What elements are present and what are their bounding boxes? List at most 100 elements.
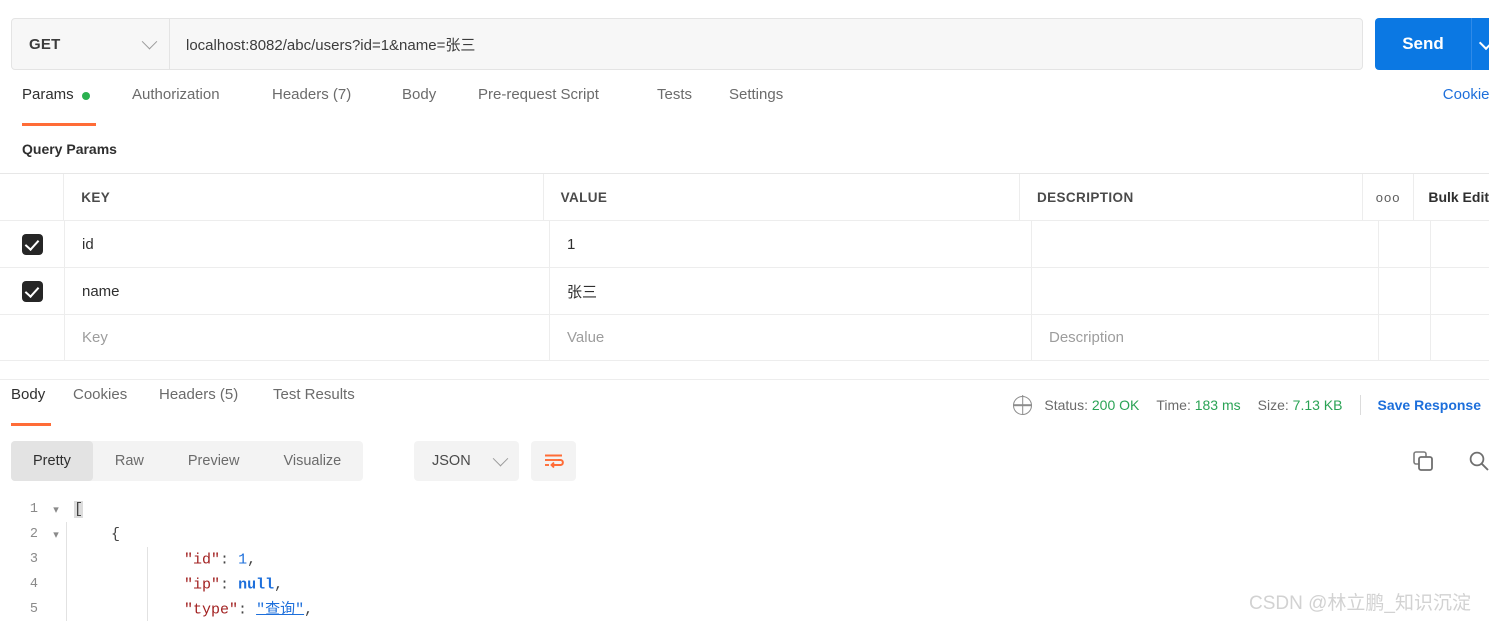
tab-headers[interactable]: Headers (7) — [272, 86, 351, 126]
new-key-input[interactable]: Key — [82, 329, 108, 346]
response-separator — [0, 379, 1489, 380]
time-badge: Time: 183 ms — [1156, 397, 1240, 413]
chevron-down-icon — [492, 450, 509, 466]
response-tab-cookies-label: Cookies — [73, 386, 128, 403]
fold-toggle-icon[interactable]: ▾ — [46, 503, 66, 517]
new-description-input[interactable]: Description — [1049, 329, 1124, 346]
tab-pre-request-script[interactable]: Pre-request Script — [478, 86, 599, 126]
code-line: 1 ▾ [ — [0, 497, 1489, 522]
more-options-icon[interactable]: ooo — [1376, 190, 1401, 205]
request-tabs: Params Authorization Headers (7) Body Pr… — [0, 86, 1489, 126]
search-button[interactable] — [1468, 450, 1489, 477]
copy-button[interactable] — [1412, 450, 1434, 477]
http-method-label: GET — [29, 35, 61, 53]
fold-toggle-icon[interactable]: ▾ — [46, 528, 66, 542]
view-mode-preview[interactable]: Preview — [166, 441, 262, 481]
header-cell-checkbox — [0, 173, 65, 221]
status-divider — [1359, 395, 1361, 415]
size-label: Size: — [1257, 397, 1289, 413]
time-value: 183 ms — [1194, 397, 1241, 413]
status-label: Status: — [1044, 397, 1088, 413]
globe-icon — [1013, 395, 1033, 415]
response-tab-headers[interactable]: Headers (5) — [159, 386, 238, 426]
url-input[interactable]: localhost:8082/abc/users?id=1&name=张三 — [170, 19, 1362, 69]
wrap-text-button[interactable] — [531, 441, 576, 481]
chevron-down-icon[interactable] — [1478, 35, 1489, 50]
line-number: 4 — [29, 577, 38, 592]
tab-tests-label: Tests — [657, 86, 693, 103]
active-tab-underline — [22, 123, 96, 126]
row-checkbox[interactable] — [21, 233, 43, 255]
code-line: 3 "id": 1, — [0, 547, 1489, 572]
save-response-button[interactable]: Save Response — [1378, 397, 1482, 413]
send-split-divider — [1471, 18, 1472, 70]
tab-pre-request-script-label: Pre-request Script — [478, 86, 599, 103]
table-row: name 张三 — [0, 267, 1489, 315]
line-number: 3 — [29, 552, 38, 567]
empty-row-bulk-cell — [1431, 314, 1489, 361]
size-value: 7.13 KB — [1292, 397, 1343, 413]
send-button-label: Send — [1402, 34, 1444, 53]
tab-body-label: Body — [402, 86, 437, 103]
table-row-empty: Key Value Description — [0, 314, 1489, 361]
send-button[interactable]: Send — [1375, 18, 1489, 70]
chevron-down-icon — [141, 33, 158, 49]
row-bulk-cell — [1431, 221, 1489, 268]
row-checkbox[interactable] — [21, 280, 43, 302]
header-description: DESCRIPTION — [1036, 189, 1134, 205]
tab-params-label: Params — [22, 86, 74, 103]
row-value[interactable]: 张三 — [567, 281, 597, 302]
new-value-input[interactable]: Value — [567, 329, 604, 346]
active-tab-underline — [11, 423, 51, 426]
empty-row-more-cell — [1379, 314, 1431, 361]
status-badge: Status: 200 OK — [1044, 397, 1139, 413]
row-more-cell — [1379, 267, 1431, 315]
tab-headers-label: Headers (7) — [272, 86, 352, 103]
tab-settings-label: Settings — [729, 86, 784, 103]
tab-body[interactable]: Body — [402, 86, 436, 126]
search-icon — [1469, 451, 1489, 471]
response-tab-body-label: Body — [11, 386, 46, 403]
response-format-label: JSON — [432, 453, 471, 469]
code-token-key: "id" — [184, 551, 221, 569]
response-tab-cookies[interactable]: Cookies — [73, 386, 127, 426]
row-more-cell — [1379, 220, 1431, 268]
view-mode-visualize[interactable]: Visualize — [261, 441, 363, 481]
header-value: VALUE — [560, 189, 608, 205]
response-format-selector[interactable]: JSON — [414, 441, 519, 481]
tab-authorization-label: Authorization — [132, 86, 220, 103]
view-mode-raw[interactable]: Raw — [93, 441, 166, 481]
code-token-key: "ip" — [184, 576, 221, 594]
params-modified-dot-icon — [81, 92, 90, 100]
response-tab-headers-label: Headers (5) — [159, 386, 239, 403]
request-url-bar: GET localhost:8082/abc/users?id=1&name=张… — [0, 0, 1489, 88]
line-number: 1 — [29, 502, 38, 517]
bulk-edit-button[interactable]: Bulk Edit — [1428, 189, 1489, 205]
tab-authorization[interactable]: Authorization — [132, 86, 220, 126]
response-view-mode-group: Pretty Raw Preview Visualize — [11, 441, 364, 481]
query-params-table: KEY VALUE DESCRIPTION ooo Bulk Edit id 1… — [0, 173, 1489, 361]
query-params-title: Query Params — [22, 141, 117, 157]
row-key[interactable]: name — [82, 283, 120, 300]
tab-tests[interactable]: Tests — [657, 86, 692, 126]
url-field-group: GET localhost:8082/abc/users?id=1&name=张… — [11, 18, 1363, 70]
row-value[interactable]: 1 — [567, 236, 575, 253]
row-bulk-cell — [1431, 268, 1489, 315]
cookies-link[interactable]: Cookies — [1443, 86, 1489, 103]
copy-icon — [1413, 451, 1433, 471]
code-token-value: 1 — [238, 551, 248, 569]
line-number: 2 — [29, 527, 38, 542]
response-tab-body[interactable]: Body — [11, 386, 51, 426]
http-method-selector[interactable]: GET — [12, 19, 170, 69]
response-tab-test-results[interactable]: Test Results — [273, 386, 355, 426]
tab-params[interactable]: Params — [22, 86, 96, 126]
view-mode-pretty[interactable]: Pretty — [11, 441, 93, 481]
tab-settings[interactable]: Settings — [729, 86, 783, 126]
response-tab-test-results-label: Test Results — [273, 386, 355, 403]
row-key[interactable]: id — [82, 236, 94, 253]
header-key: KEY — [81, 189, 111, 205]
line-number: 5 — [29, 602, 38, 617]
code-token-value: null — [238, 576, 275, 594]
wrap-text-icon — [544, 454, 564, 469]
code-token: [ — [74, 501, 84, 518]
